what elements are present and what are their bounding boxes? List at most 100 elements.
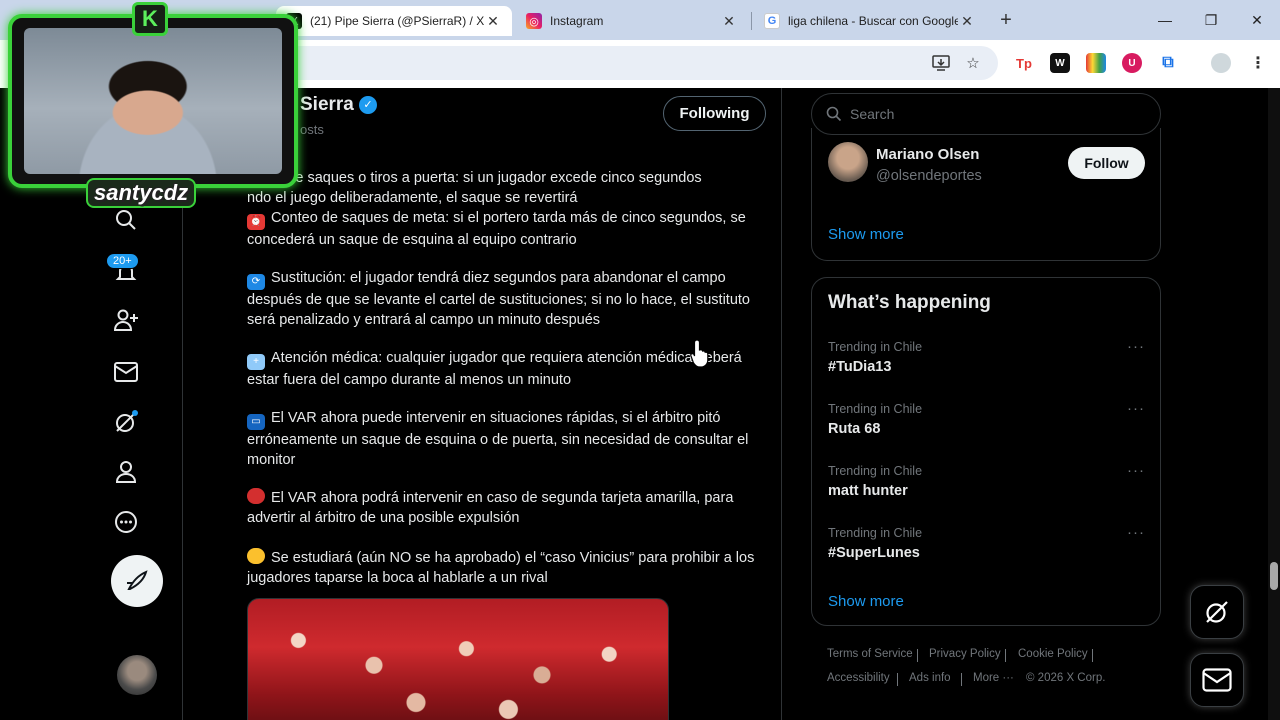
close-tab-icon[interactable]: ✕ — [484, 13, 502, 30]
extension-red-icon[interactable]: Tp — [1014, 53, 1034, 73]
streamer-name: santycdz — [86, 178, 197, 208]
more-options-icon[interactable] — [104, 500, 148, 544]
search-icon — [826, 106, 842, 122]
terms-link[interactable]: Terms of Service — [827, 648, 913, 660]
browser-menu-icon[interactable]: ⋮ — [1248, 53, 1268, 73]
envelope-icon — [1202, 668, 1232, 692]
trend-context: Trending in Chile — [828, 402, 923, 416]
tweet-paragraph: uento de saques o tiros a puerta: si un … — [247, 148, 767, 208]
trend-name[interactable]: #SuperLunes — [828, 545, 920, 561]
tweet-paragraph: + Atención médica: cualquier jugador que … — [247, 348, 767, 390]
hospital-emoji-icon: + — [247, 354, 265, 370]
follow-people-icon[interactable] — [104, 298, 148, 342]
tab-title: Instagram — [550, 14, 604, 28]
tweet-paragraph: ⟳ Sustitución: el jugador tendrá diez seg… — [247, 268, 767, 330]
trend-name[interactable]: matt hunter — [828, 483, 908, 499]
account-avatar[interactable] — [117, 655, 157, 695]
compose-post-button[interactable] — [111, 555, 163, 607]
webcam-feed-image — [24, 28, 282, 174]
whats-happening-card: What’s happening Trending in Chile #TuDi… — [811, 277, 1161, 626]
feather-quill-icon — [127, 570, 148, 590]
show-more-link[interactable]: Show more — [828, 226, 904, 243]
stop-sign-emoji-icon — [247, 488, 265, 504]
tweet-paragraph: ▭ El VAR ahora puede intervenir en situac… — [247, 408, 767, 470]
trend-context: Trending in Chile — [828, 526, 923, 540]
tab-divider — [751, 12, 752, 30]
scrollbar-thumb[interactable] — [1270, 562, 1278, 590]
footer-divider — [917, 649, 918, 662]
ads-info-link[interactable]: Ads info — [909, 672, 951, 684]
accessibility-link[interactable]: Accessibility — [827, 672, 890, 684]
paragraph-text: El VAR ahora podrá intervenir en caso de… — [247, 490, 734, 526]
new-tab-button[interactable]: + — [993, 8, 1019, 34]
trend-more-options-icon[interactable]: ··· — [1127, 338, 1145, 355]
privacy-link[interactable]: Privacy Policy — [929, 648, 1001, 660]
close-tab-icon[interactable]: ✕ — [720, 13, 738, 30]
footer-divider — [1092, 649, 1093, 662]
trend-name[interactable]: Ruta 68 — [828, 421, 880, 437]
repeat-arrows-emoji-icon: ⟳ — [247, 274, 265, 290]
tweet-paragraph: Se estudiará (aún NO se ha aprobado) el … — [247, 548, 767, 588]
messages-floating-button[interactable] — [1190, 653, 1244, 707]
tweet-media-image[interactable] — [247, 598, 669, 720]
footer-divider — [1005, 649, 1006, 662]
profile-person-icon[interactable] — [104, 450, 148, 494]
search-placeholder: Search — [850, 106, 895, 122]
cookie-link[interactable]: Cookie Policy — [1018, 648, 1088, 660]
show-more-link[interactable]: Show more — [828, 593, 904, 610]
extension-w-icon[interactable]: W — [1050, 53, 1070, 73]
tweet-paragraph: ⏰ Conteo de saques de meta: si el portero… — [247, 208, 767, 250]
tab-instagram[interactable]: ◎ Instagram ✕ — [516, 6, 748, 36]
extension-colorful-icon[interactable] — [1086, 53, 1106, 73]
tab-title: liga chilena - Buscar con Google — [788, 14, 958, 28]
suggested-user-avatar[interactable] — [828, 142, 868, 182]
close-tab-icon[interactable]: ✕ — [958, 13, 976, 30]
suggested-user-handle[interactable]: @olsendeportes — [876, 168, 982, 184]
grok-icon — [1206, 601, 1228, 623]
television-emoji-icon: ▭ — [247, 414, 265, 430]
grok-floating-button[interactable] — [1190, 585, 1244, 639]
follow-button[interactable]: Follow — [1068, 147, 1145, 179]
restore-button[interactable]: ❐ — [1196, 8, 1226, 32]
trend-more-options-icon[interactable]: ··· — [1127, 400, 1145, 417]
trend-context: Trending in Chile — [828, 340, 923, 354]
trend-context: Trending in Chile — [828, 464, 923, 478]
footer-divider — [897, 673, 898, 686]
grok-icon[interactable] — [104, 400, 148, 444]
paragraph-text: El VAR ahora puede intervenir en situaci… — [247, 410, 749, 468]
trend-more-options-icon[interactable]: ··· — [1127, 462, 1145, 479]
install-app-icon[interactable] — [930, 52, 952, 74]
alarm-clock-emoji-icon: ⏰ — [247, 214, 265, 230]
footer-divider — [961, 673, 962, 686]
messages-envelope-icon[interactable] — [104, 350, 148, 394]
bookmark-star-icon[interactable]: ☆ — [962, 52, 984, 74]
address-bar[interactable]: ☆ — [230, 46, 998, 80]
tab-x-profile[interactable]: 𝕏 (21) Pipe Sierra (@PSierraR) / X ✕ — [276, 6, 512, 36]
trend-more-options-icon[interactable]: ··· — [1127, 524, 1145, 541]
following-button[interactable]: Following — [663, 96, 766, 131]
tab-title: (21) Pipe Sierra (@PSierraR) / X — [310, 14, 484, 28]
suggested-user-name[interactable]: Mariano Olsen — [876, 146, 979, 163]
extension-u-icon[interactable]: U — [1122, 53, 1142, 73]
close-window-button[interactable]: ✕ — [1242, 8, 1272, 32]
whats-happening-title: What’s happening — [828, 292, 991, 313]
google-logo-icon: G — [764, 13, 780, 29]
trend-name[interactable]: #TuDia13 — [828, 359, 891, 375]
profile-avatar-icon[interactable] — [1211, 53, 1231, 73]
paragraph-text: Sustitución: el jugador tendrá diez segu… — [247, 270, 750, 328]
tab-google-search[interactable]: G liga chilena - Buscar con Google ✕ — [754, 6, 986, 36]
paragraph-text: Se estudiará (aún NO se ha aprobado) el … — [247, 550, 755, 586]
streamer-webcam-overlay: K santycdz — [6, 2, 300, 208]
more-link[interactable]: More ··· — [973, 672, 1014, 684]
shushing-face-emoji-icon — [247, 548, 265, 564]
copyright-text: © 2026 X Corp. — [1026, 672, 1106, 684]
minimize-button[interactable]: — — [1150, 8, 1180, 32]
page-scrollbar[interactable] — [1268, 88, 1280, 720]
who-to-follow-card: Mariano Olsen @olsendeportes Follow Show… — [811, 128, 1161, 261]
profile-name: Sierra — [300, 94, 354, 115]
paragraph-text: Conteo de saques de meta: si el portero … — [247, 210, 746, 248]
paragraph-text: uento de saques o tiros a puerta: si un … — [247, 170, 702, 206]
extensions-puzzle-icon[interactable]: ⧉ — [1158, 53, 1178, 73]
verified-badge-icon: ✓ — [359, 96, 377, 114]
hand-cursor-icon — [690, 338, 712, 373]
